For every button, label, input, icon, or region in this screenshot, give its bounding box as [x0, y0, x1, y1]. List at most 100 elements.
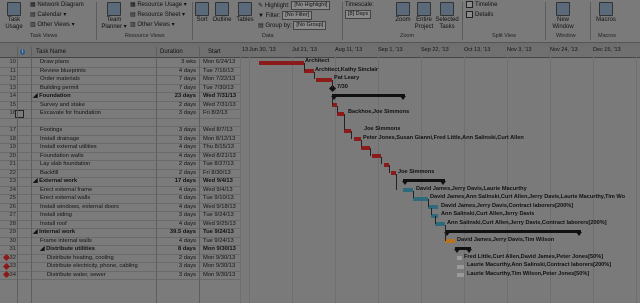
duration-cell[interactable]: 3 days: [160, 136, 196, 142]
start-cell[interactable]: Wed 8/21/13: [203, 153, 236, 159]
task-name-cell[interactable]: Draw plans: [40, 59, 69, 65]
duration-cell[interactable]: 3 days: [160, 212, 196, 218]
start-cell[interactable]: Wed 9/18/13: [203, 204, 236, 210]
sort-button[interactable]: Sort: [195, 2, 209, 24]
task-name-cell[interactable]: Distribute water, sewer: [47, 272, 106, 278]
duration-cell[interactable]: 23 days: [160, 93, 196, 99]
start-cell[interactable]: Tue 8/27/13: [203, 161, 234, 167]
resource-usage-button[interactable]: ▦ Resource Usage ▾: [130, 1, 187, 9]
task-bar[interactable]: [457, 264, 464, 269]
selected-tasks-button[interactable]: Selected Tasks: [434, 2, 460, 31]
task-name-cell[interactable]: Backfill: [40, 170, 58, 176]
start-cell[interactable]: Wed 7/31/13: [203, 93, 236, 99]
task-name-cell[interactable]: Install drainage: [40, 136, 79, 142]
start-cell[interactable]: Fri 8/30/13: [203, 170, 231, 176]
task-bar[interactable]: [344, 128, 351, 133]
duration-cell[interactable]: 7 days: [160, 76, 196, 82]
task-name-cell[interactable]: Excavate for foundation: [40, 110, 101, 116]
tables-button[interactable]: Tables: [235, 2, 255, 24]
duration-cell[interactable]: 4 days: [160, 153, 196, 159]
start-cell[interactable]: Mon 9/30/13: [203, 263, 235, 269]
timescale-control[interactable]: [8] Days: [345, 10, 372, 19]
task-bar[interactable]: [457, 256, 462, 260]
task-bar[interactable]: [304, 69, 314, 73]
task-name-cell[interactable]: Install roof: [40, 221, 67, 227]
duration-cell[interactable]: 39.5 days: [160, 229, 196, 235]
duration-header[interactable]: Duration: [160, 49, 183, 55]
duration-cell[interactable]: 4 days: [160, 144, 196, 150]
task-name-header[interactable]: Task Name: [36, 49, 66, 55]
network-diagram-button[interactable]: ▦ Network Diagram: [30, 1, 84, 9]
task-usage-button[interactable]: Task Usage: [3, 2, 25, 31]
filter-dropdown[interactable]: [No Filter]: [282, 11, 313, 20]
duration-cell[interactable]: 3 days: [160, 263, 196, 269]
task-name-cell[interactable]: Install external utilities: [40, 144, 97, 150]
table-row[interactable]: 34 Distribute water, sewer 3 days Mon 9/30/…: [0, 271, 240, 280]
task-name-cell[interactable]: Building permit: [40, 85, 78, 91]
details-checkbox-box[interactable]: [466, 11, 473, 18]
new-window-button[interactable]: New Window: [550, 2, 576, 31]
task-name-cell[interactable]: Survey and stake: [40, 102, 85, 108]
other-resource-views-button[interactable]: ▥ Other Views ▾: [130, 21, 175, 29]
start-cell[interactable]: Mon 7/22/13: [203, 76, 235, 82]
group-by-control[interactable]: ▤ Group by: [No Group]: [258, 21, 327, 30]
task-bar[interactable]: [413, 196, 428, 201]
task-name-cell[interactable]: ◢ Internal work: [33, 229, 75, 235]
start-cell[interactable]: Tue 7/16/13: [203, 68, 234, 74]
task-bar[interactable]: [337, 111, 344, 116]
task-name-cell[interactable]: Frame internal walls: [40, 238, 92, 244]
task-bar[interactable]: [457, 273, 464, 277]
start-cell[interactable]: Mon 8/12/13: [203, 136, 235, 142]
start-cell[interactable]: Wed 9/4/13: [203, 187, 233, 193]
duration-cell[interactable]: 3 wks: [160, 59, 196, 65]
details-checkbox[interactable]: Details: [466, 11, 493, 19]
task-bar[interactable]: [428, 205, 438, 209]
start-header[interactable]: Start: [208, 49, 221, 55]
task-name-cell[interactable]: Erect external frame: [40, 187, 92, 193]
start-cell[interactable]: Mon 9/30/13: [203, 272, 235, 278]
start-cell[interactable]: Tue 9/10/13: [203, 195, 234, 201]
outline-button[interactable]: Outline: [211, 2, 233, 24]
task-name-cell[interactable]: ◢ Foundation: [33, 93, 71, 99]
zoom-button[interactable]: Zoom: [392, 2, 414, 24]
task-bar[interactable]: [361, 145, 370, 150]
start-cell[interactable]: Mon 9/30/13: [203, 246, 236, 252]
duration-cell[interactable]: 4 days: [160, 238, 196, 244]
macros-button[interactable]: Macros: [594, 2, 618, 24]
task-name-cell[interactable]: Order materials: [40, 76, 80, 82]
start-cell[interactable]: Tue 7/30/13: [203, 85, 234, 91]
summary-bar[interactable]: [331, 94, 406, 100]
duration-cell[interactable]: 8 days: [160, 246, 196, 252]
task-name-cell[interactable]: Erect external walls: [40, 195, 90, 201]
task-bar[interactable]: [259, 60, 304, 65]
duration-cell[interactable]: 2 days: [160, 255, 196, 261]
task-name-cell[interactable]: Lay slab foundation: [40, 161, 90, 167]
start-cell[interactable]: Wed 9/25/13: [203, 221, 236, 227]
other-views-button[interactable]: ▥ Other Views ▾: [30, 21, 75, 29]
duration-cell[interactable]: 4 days: [160, 221, 196, 227]
start-cell[interactable]: Wed 7/31/13: [203, 102, 236, 108]
info-column-header[interactable]: i: [20, 49, 26, 55]
summary-bar[interactable]: [444, 230, 582, 236]
task-name-cell[interactable]: Review blueprints: [40, 68, 86, 74]
group-dropdown[interactable]: [No Group]: [293, 21, 327, 30]
task-name-cell[interactable]: Foundation walls: [40, 153, 84, 159]
resource-sheet-button[interactable]: ▤ Resource Sheet ▾: [130, 11, 185, 19]
duration-cell[interactable]: 3 days: [160, 110, 196, 116]
task-name-cell[interactable]: ◢ Distribute utilities: [40, 246, 95, 252]
duration-cell[interactable]: 3 days: [160, 272, 196, 278]
task-name-cell[interactable]: Distribute electricity, phone, cabling: [47, 263, 138, 269]
start-cell[interactable]: Thu 8/15/13: [203, 144, 234, 150]
task-name-cell[interactable]: ◢ External work: [33, 178, 77, 184]
start-cell[interactable]: Wed 8/7/13: [203, 127, 233, 133]
calendar-button[interactable]: ▤ Calendar ▾: [30, 11, 66, 19]
task-name-cell[interactable]: Distribute heating, cooling: [47, 255, 114, 261]
duration-cell[interactable]: 4 days: [160, 68, 196, 74]
start-cell[interactable]: Mon 9/30/13: [203, 255, 235, 261]
task-bar[interactable]: [435, 222, 445, 226]
timeline-checkbox[interactable]: Timeline: [466, 1, 497, 9]
highlight-control[interactable]: ✎ Highlight: [No Highlight]: [258, 1, 331, 10]
duration-cell[interactable]: 2 days: [160, 102, 196, 108]
duration-cell[interactable]: 6 days: [160, 195, 196, 201]
task-name-cell[interactable]: Install windows, external doors: [40, 204, 119, 210]
